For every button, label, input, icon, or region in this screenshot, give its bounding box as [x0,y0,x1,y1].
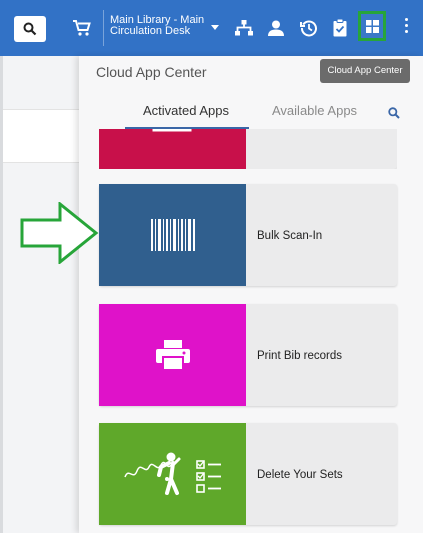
clipboard-check-icon [333,19,347,37]
more-menu-button[interactable] [405,18,409,36]
divider [103,10,104,46]
user-icon [268,20,284,36]
app-card-image [99,184,246,286]
panel-title: Cloud App Center [96,64,207,80]
page-edge [0,56,3,533]
app-name: Bulk Scan-In [257,230,323,242]
history-button[interactable] [297,16,321,40]
tab-activated-apps[interactable]: Activated Apps [143,103,229,118]
sitemap-icon [235,20,253,36]
app-card-print-bib-records[interactable]: Print Bib records [99,304,397,406]
tab-available-apps[interactable]: Available Apps [272,103,357,118]
app-card-bulk-scan-in[interactable]: Bulk Scan-In [99,184,397,286]
tooltip: Cloud App Center [320,59,410,83]
cart-icon [73,20,91,36]
app-card-image [99,304,246,406]
app-card-image [99,423,246,525]
location-line-2: Circulation Desk [110,25,191,37]
main-page-field [0,109,79,163]
cloud-app-center-button[interactable] [358,11,386,41]
app-name: Delete Your Sets [257,469,343,481]
user-button[interactable] [264,16,288,40]
app-card-clip [99,129,397,169]
app-card-delete-your-sets[interactable]: Delete Your Sets [99,423,397,525]
top-navigation-bar: Main Library - Main Circulation Desk [0,0,423,56]
app-card-image [99,129,246,169]
green-arrow-icon [20,202,99,264]
app-name: Print Bib records [257,350,343,362]
cart-button[interactable] [70,16,94,40]
search-button[interactable] [14,16,46,42]
barcode-icon [150,219,195,251]
more-dots-icon [405,18,408,21]
panel-search-button[interactable] [388,106,400,124]
search-icon [388,107,400,119]
app-card[interactable] [99,129,397,169]
tasks-button[interactable] [328,16,352,40]
location-selector[interactable]: Main Library - Main Circulation Desk [110,15,210,37]
sitemap-button[interactable] [232,16,256,40]
grid-icon [366,20,379,33]
lasso-checklist-icon [123,452,221,495]
chevron-down-icon[interactable] [211,25,219,30]
printer-icon [155,340,190,370]
search-icon [23,22,37,36]
app-icon [152,129,192,132]
history-icon [300,20,317,37]
